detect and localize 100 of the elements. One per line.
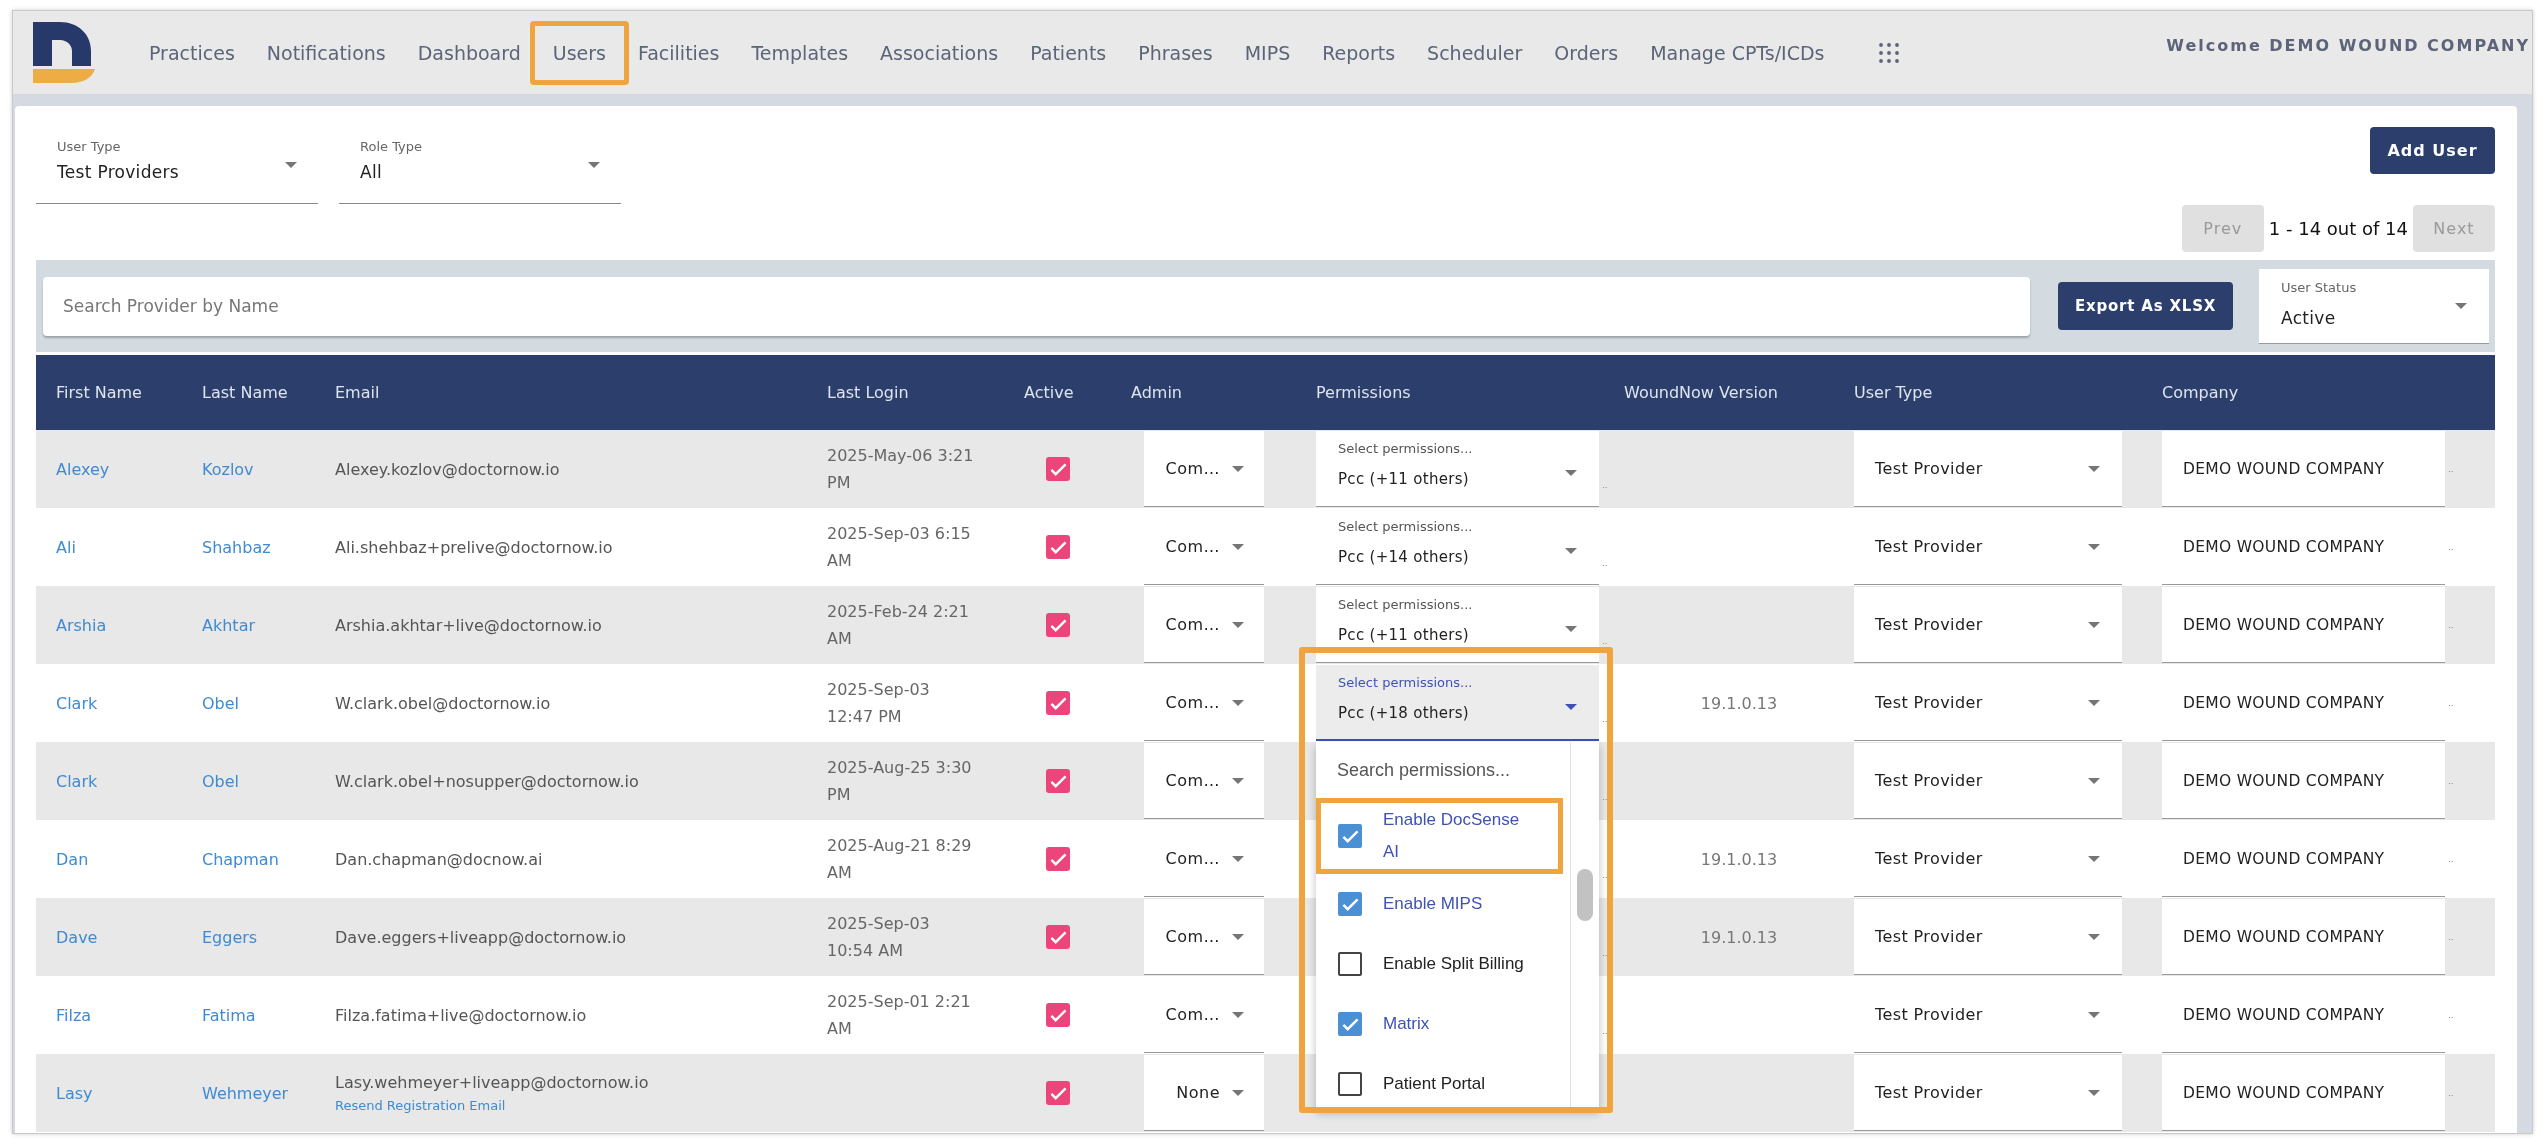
ellipsis-text: .. — [1602, 558, 1608, 568]
version-text: 19.1.0.13 — [1700, 927, 1778, 947]
ellipsis-text: .. — [2448, 932, 2454, 942]
first-name-link[interactable]: Clark — [56, 693, 98, 713]
email-text: Dan.chapman@docnow.ai — [335, 849, 543, 869]
permission-search-field[interactable]: Search permissions... — [1316, 742, 1570, 798]
first-name-link[interactable]: Ali — [56, 537, 76, 557]
ellipsis-text: .. — [2448, 464, 2454, 474]
caret-icon — [1232, 699, 1244, 706]
column-header: User Type — [1854, 383, 1934, 402]
company-field[interactable]: DEMO WOUND COMPANY — [2162, 743, 2445, 819]
active-checkbox[interactable] — [1046, 769, 1070, 793]
caret-icon — [2088, 699, 2100, 706]
active-checkbox[interactable] — [1046, 925, 1070, 949]
first-name-link[interactable]: Filza — [56, 1005, 92, 1025]
search-field[interactable]: Search Provider by Name — [43, 276, 2030, 336]
caret-icon — [1232, 543, 1244, 550]
option-checkbox[interactable] — [1338, 892, 1362, 916]
last-login-text: 2025-Sep-03 10:54 AM — [827, 913, 931, 962]
permission-option[interactable]: Matrix — [1316, 994, 1570, 1054]
caret-icon — [2088, 933, 2100, 940]
user-type-select[interactable]: Test Provider — [1854, 899, 2122, 975]
permissions-select[interactable]: Select permissions... Pcc (+11 others) — [1316, 587, 1599, 663]
permission-option[interactable]: Enable MIPS — [1316, 874, 1570, 934]
dropdown-field[interactable]: User Type Test Providers — [36, 126, 318, 204]
caret-icon — [2088, 465, 2100, 472]
active-checkbox[interactable] — [1046, 535, 1070, 559]
user-type-select[interactable]: Test Provider — [1854, 743, 2122, 819]
option-checkbox[interactable] — [1338, 824, 1362, 848]
grid-dots-icon[interactable] — [1877, 41, 1900, 64]
company-field[interactable]: DEMO WOUND COMPANY — [2162, 899, 2445, 975]
email-text: Dave.eggers+liveapp@doctornow.io — [335, 927, 627, 947]
active-checkbox[interactable] — [1046, 1003, 1070, 1027]
company-field[interactable]: DEMO WOUND COMPANY — [2162, 431, 2445, 507]
option-checkbox[interactable] — [1338, 1072, 1362, 1096]
active-checkbox[interactable] — [1046, 457, 1070, 481]
active-checkbox[interactable] — [1046, 613, 1070, 637]
permission-option[interactable]: Enable Split Billing — [1316, 934, 1570, 994]
last-name-link[interactable]: Obel — [202, 693, 240, 713]
ellipsis-text: .. — [1602, 480, 1608, 490]
ellipsis-text: .. — [2448, 542, 2454, 552]
admin-select[interactable]: Com… — [1144, 743, 1264, 819]
column-header: Company — [2162, 383, 2240, 402]
permission-option[interactable]: Patient Portal — [1316, 1054, 1570, 1109]
permissions-select[interactable]: Select permissions... Pcc (+11 others) — [1316, 431, 1599, 507]
caret-icon — [1232, 777, 1244, 784]
admin-select[interactable]: Com… — [1144, 899, 1264, 975]
admin-select[interactable]: Com… — [1144, 587, 1264, 663]
ellipsis-text: .. — [1602, 792, 1608, 802]
ellipsis-text: .. — [1602, 870, 1608, 880]
last-name-link[interactable]: Shahbaz — [202, 537, 271, 557]
ellipsis-text: .. — [2448, 854, 2454, 864]
welcome-text: Welcome DEMO WOUND COMPANY — [2166, 36, 2530, 56]
caret-icon — [2088, 621, 2100, 628]
export-button[interactable]: Export As XLSX — [2058, 282, 2233, 330]
email-text: W.clark.obel@doctornow.io — [335, 693, 551, 713]
last-login-text: 2025-Sep-01 2:21 AM — [827, 991, 972, 1040]
column-header: Last Login — [827, 383, 910, 402]
permission-option[interactable]: Enable DocSense AI — [1316, 798, 1563, 874]
caret-icon — [2088, 1089, 2100, 1096]
column-header: Permissions — [1316, 383, 1412, 402]
company-field[interactable]: DEMO WOUND COMPANY — [2162, 587, 2445, 663]
caret-icon — [1565, 703, 1577, 710]
active-checkbox[interactable] — [1046, 1081, 1070, 1105]
admin-select[interactable]: None — [1144, 1055, 1264, 1131]
last-login-text: 2025-Sep-03 12:47 PM — [827, 679, 931, 728]
email-text: Lasy.wehmeyer+liveapp@doctornow.io — [335, 1073, 649, 1092]
add-user-button[interactable]: Add User — [2370, 127, 2495, 174]
company-field[interactable]: DEMO WOUND COMPANY — [2162, 1055, 2445, 1131]
user-type-select[interactable]: Test Provider — [1854, 431, 2122, 507]
scrollbar-thumb[interactable] — [1577, 869, 1593, 921]
last-name-link[interactable]: Fatima — [202, 1005, 256, 1025]
ellipsis-text: .. — [1602, 714, 1608, 724]
column-header: Admin — [1131, 383, 1183, 402]
ellipsis-text: .. — [2448, 1010, 2454, 1020]
caret-icon — [588, 161, 600, 168]
admin-select[interactable]: Com… — [1144, 431, 1264, 507]
active-checkbox[interactable] — [1046, 691, 1070, 715]
caret-icon — [2088, 777, 2100, 784]
caret-icon — [1565, 548, 1577, 554]
user-status-select[interactable]: User Status Active — [2259, 268, 2489, 344]
ellipsis-text: .. — [2448, 620, 2454, 630]
user-type-select[interactable]: Test Provider — [1854, 587, 2122, 663]
last-login-text: 2025-Aug-25 3:30 PM — [827, 757, 973, 806]
user-type-select[interactable]: Test Provider — [1854, 1055, 2122, 1131]
email-text: Ali.shehbaz+prelive@doctornow.io — [335, 537, 613, 557]
column-header: WoundNow Version — [1624, 383, 1779, 402]
active-checkbox[interactable] — [1046, 847, 1070, 871]
nav-link[interactable]: Users — [529, 20, 630, 85]
dropdown-field[interactable]: Role Type All — [339, 126, 621, 204]
ellipsis-text: .. — [2448, 776, 2454, 786]
permissions-select[interactable]: Select permissions... Pcc (+18 others) — [1316, 665, 1599, 741]
column-header: Active — [1024, 383, 1075, 402]
caret-icon — [1565, 626, 1577, 632]
caret-icon — [1232, 1011, 1244, 1018]
option-checkbox[interactable] — [1338, 1012, 1362, 1036]
last-name-link[interactable]: Chapman — [202, 849, 279, 869]
option-checkbox[interactable] — [1338, 952, 1362, 976]
logo-icon — [31, 21, 96, 84]
first-name-link[interactable]: Dan — [56, 849, 89, 869]
